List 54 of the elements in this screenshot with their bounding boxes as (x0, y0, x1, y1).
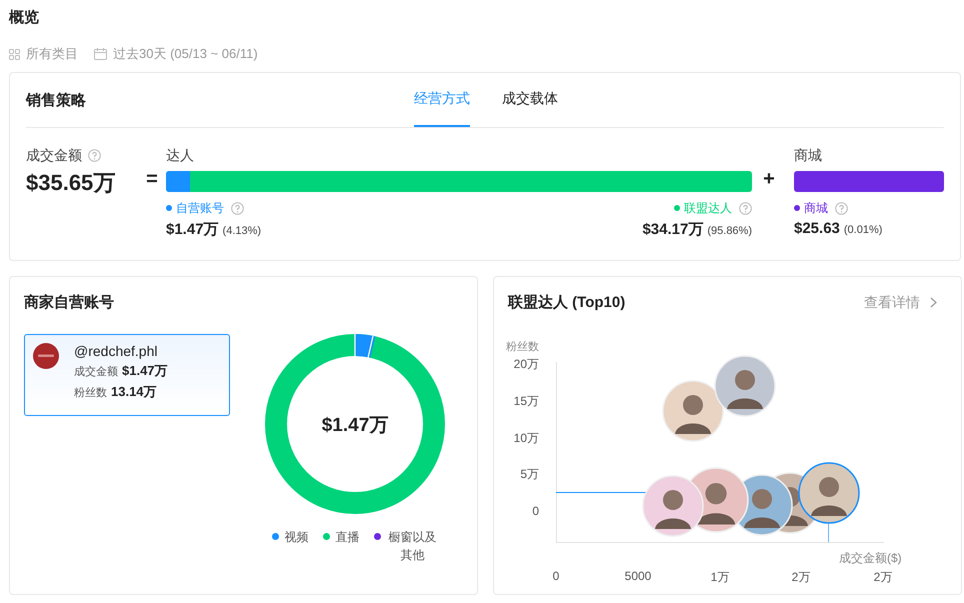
segment-amount: $1.47万 (166, 220, 219, 239)
details-link[interactable]: 查看详情 (864, 294, 937, 312)
axis-tick-label: 20万 (514, 356, 539, 372)
axis-tick-label: 1万 (710, 569, 730, 586)
account-card[interactable]: @redchef.phl 成交金额 $1.47万 粉丝数 13.14万 (24, 334, 230, 416)
stat-value: $1.47万 (122, 362, 168, 380)
legend-label: 视频 (284, 529, 308, 546)
segment-amount: $34.17万 (642, 220, 704, 239)
card-title: 商家自营账号 (24, 294, 114, 311)
segment-share: (0.01%) (844, 224, 882, 236)
legend-dot (794, 205, 800, 211)
filter-button[interactable]: 过去30天 (05/13 ~ 06/11) (113, 45, 258, 63)
segment-label: 商城 (804, 200, 828, 216)
axis-tick-label: 2万 (790, 569, 812, 586)
card-title: 联盟达人 (Top10) (508, 293, 626, 312)
help-icon[interactable] (88, 148, 101, 162)
page-title: 概览 (9, 8, 39, 28)
stat-label: 成交金额 (74, 364, 118, 379)
axis-tick-label: 10万 (514, 430, 539, 446)
segment-label: 自营账号 (176, 200, 224, 216)
segment-amount: $25.63 (794, 220, 840, 237)
axis-tick-label: 5万 (520, 466, 539, 482)
filter-button[interactable]: 所有类目 (26, 45, 78, 63)
grid-icon (9, 48, 20, 60)
legend-label: 直播 (336, 529, 360, 546)
segment-label: 联盟达人 (684, 200, 732, 216)
account-handle: @redchef.phl (74, 343, 158, 359)
metric-label: 达人 (166, 147, 194, 163)
segment-share: (95.86%) (707, 225, 752, 237)
plus-sign: + (762, 168, 776, 192)
tab[interactable]: 成交载体 (502, 73, 558, 127)
stat-value: 13.14万 (111, 383, 157, 401)
axis-label: 粉丝数 (506, 340, 539, 354)
axis-tick-label: 15万 (514, 393, 539, 409)
card-title: 销售策略 (26, 90, 86, 110)
axis-tick-label: 0 (552, 569, 560, 583)
segment-share: (4.13%) (222, 225, 262, 237)
chevron-right-icon (930, 297, 937, 308)
axis-tick-label: 2万 (872, 569, 894, 586)
help-icon[interactable] (835, 202, 848, 214)
stat-label: 粉丝数 (74, 386, 107, 400)
donut-center-value: $1.47万 (320, 414, 390, 438)
axis-label: 成交金额($) (839, 550, 902, 567)
equals-sign: = (145, 168, 159, 192)
axis-tick-label: 0 (532, 503, 539, 519)
help-icon[interactable] (231, 202, 244, 214)
metric-label: 商城 (794, 147, 822, 163)
axis-tick-label: 5000 (624, 569, 652, 583)
total-amount: $35.65万 (26, 169, 116, 197)
calendar-icon (94, 48, 107, 60)
tab[interactable]: 经营方式 (414, 73, 470, 127)
metric-label: 成交金额 (26, 146, 82, 164)
help-icon[interactable] (739, 202, 752, 214)
legend-label: 橱窗以及其他 (388, 529, 438, 564)
